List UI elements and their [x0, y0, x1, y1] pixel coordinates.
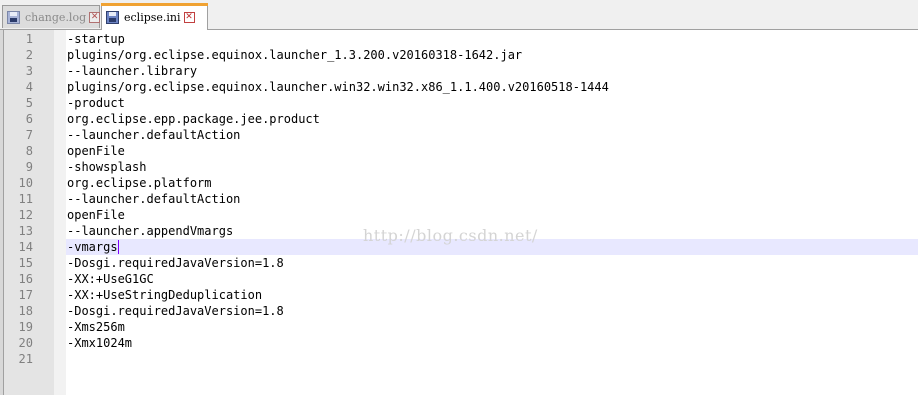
line-text: --launcher.library — [67, 64, 198, 78]
line-text: --launcher.appendVmargs — [67, 224, 234, 238]
line-number: 10 — [18, 176, 33, 190]
tab-change-log[interactable]: change.log ✕ — [2, 5, 101, 28]
code-line[interactable]: --launcher.defaultAction — [66, 127, 918, 143]
line-number: 3 — [25, 64, 33, 78]
line-number: 14 — [18, 240, 33, 254]
line-text: -showsplash — [67, 160, 147, 174]
tab-bar: change.log ✕ eclipse.ini ✕ — [0, 0, 918, 30]
line-text: -Xms256m — [67, 320, 125, 334]
code-line[interactable]: plugins/org.eclipse.equinox.launcher_1.3… — [66, 47, 918, 63]
line-number: 15 — [18, 256, 33, 270]
code-line[interactable]: -Dosgi.requiredJavaVersion=1.8 — [66, 303, 918, 319]
close-icon[interactable]: ✕ — [89, 11, 101, 23]
line-text: org.eclipse.platform — [67, 176, 212, 190]
floppy-disk-icon — [7, 10, 20, 24]
code-line[interactable]: openFile — [66, 143, 918, 159]
line-number: 1 — [25, 32, 33, 46]
line-number: 6 — [25, 112, 33, 126]
editor-area[interactable]: 1 -startup 2 plugins/org.eclipse.equinox.la… — [0, 30, 918, 395]
line-text: -Xmx1024m — [67, 336, 133, 350]
floppy-disk-icon — [106, 10, 119, 24]
line-number: 9 — [25, 160, 33, 174]
fold-margin[interactable] — [54, 30, 66, 395]
line-text: -Dosgi.requiredJavaVersion=1.8 — [67, 304, 284, 318]
line-number: 18 — [18, 304, 33, 318]
text-caret — [117, 240, 119, 254]
line-text: --launcher.defaultAction — [67, 192, 241, 206]
code-line[interactable]: --launcher.library — [66, 63, 918, 79]
line-number: 13 — [18, 224, 33, 238]
line-text: org.eclipse.epp.package.jee.product — [67, 112, 320, 126]
close-icon[interactable]: ✕ — [183, 11, 195, 23]
line-number: 5 — [25, 96, 33, 110]
code-line[interactable]: org.eclipse.epp.package.jee.product — [66, 111, 918, 127]
line-number: 16 — [18, 272, 33, 286]
code-line[interactable]: -Dosgi.requiredJavaVersion=1.8 — [66, 255, 918, 271]
code-line[interactable]: openFile — [66, 207, 918, 223]
tab-eclipse-ini[interactable]: eclipse.ini ✕ — [101, 3, 208, 30]
tab-label: eclipse.ini — [124, 10, 181, 24]
code-line[interactable]: --launcher.defaultAction — [66, 191, 918, 207]
line-text: -Dosgi.requiredJavaVersion=1.8 — [67, 256, 284, 270]
code-line[interactable]: -XX:+UseStringDeduplication — [66, 287, 918, 303]
line-number: 21 — [18, 352, 33, 366]
line-text: openFile — [67, 208, 125, 222]
line-number: 12 — [18, 208, 33, 222]
line-number: 17 — [18, 288, 33, 302]
code-line[interactable]: -XX:+UseG1GC — [66, 271, 918, 287]
line-text: -XX:+UseG1GC — [67, 272, 154, 286]
code-line[interactable]: -showsplash — [66, 159, 918, 175]
line-number: 20 — [18, 336, 33, 350]
code-line[interactable]: plugins/org.eclipse.equinox.launcher.win… — [66, 79, 918, 95]
line-number: 19 — [18, 320, 33, 334]
code-line[interactable]: org.eclipse.platform — [66, 175, 918, 191]
code-line[interactable]: -startup — [66, 31, 918, 47]
line-text: -vmargs — [67, 240, 118, 254]
code-line[interactable]: -Xms256m — [66, 319, 918, 335]
code-line[interactable] — [66, 351, 918, 367]
watermark: http://blog.csdn.net/ — [363, 226, 538, 245]
line-text: -XX:+UseStringDeduplication — [67, 288, 263, 302]
line-text: openFile — [67, 144, 125, 158]
line-text: plugins/org.eclipse.equinox.launcher_1.3… — [67, 48, 523, 62]
line-text: -product — [67, 96, 125, 110]
line-number: 7 — [25, 128, 33, 142]
code-line[interactable]: -Xmx1024m — [66, 335, 918, 351]
line-number: 11 — [18, 192, 33, 206]
line-text: plugins/org.eclipse.equinox.launcher.win… — [67, 80, 609, 94]
line-text: --launcher.defaultAction — [67, 128, 241, 142]
line-number: 2 — [25, 48, 33, 62]
tab-label: change.log — [25, 10, 87, 24]
line-text: -startup — [67, 32, 125, 46]
code-line[interactable]: -product — [66, 95, 918, 111]
line-number: 4 — [25, 80, 33, 94]
line-number: 8 — [25, 144, 33, 158]
